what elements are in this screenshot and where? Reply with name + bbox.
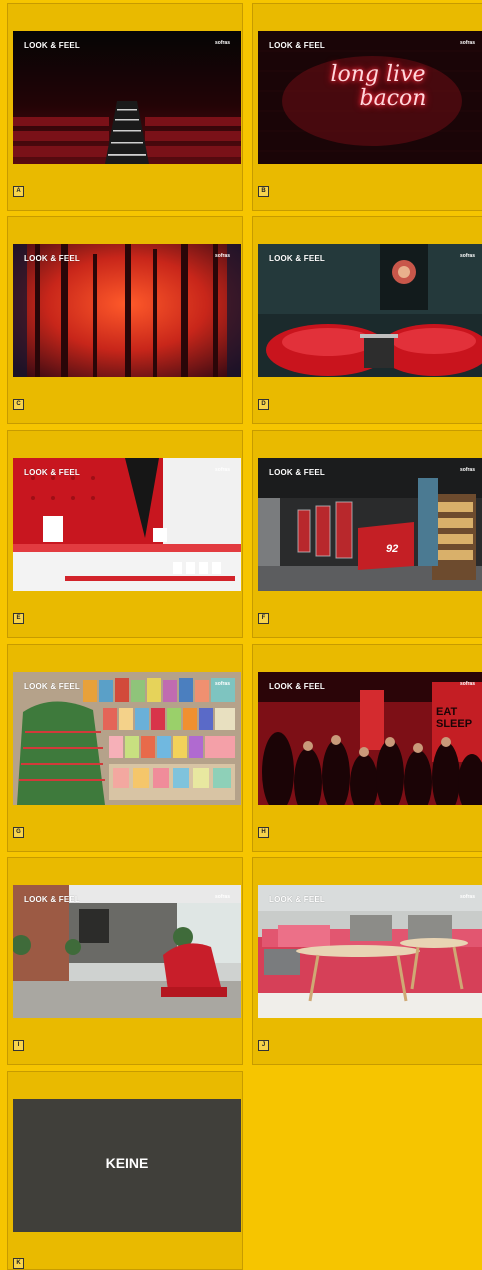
option-label-f: F (258, 613, 269, 624)
party-image (258, 672, 482, 805)
thumbnail-neon[interactable]: long live bacon LOOK & FEEL sofras (258, 31, 482, 164)
option-card-b[interactable]: long live bacon LOOK & FEEL sofras B (252, 3, 482, 211)
look-feel-title: LOOK & FEEL (269, 895, 325, 904)
brand-logo: sofras (214, 253, 230, 259)
thumbnail-none[interactable]: KEINE (13, 1099, 241, 1232)
thumbnail-bookstand[interactable]: LOOK & FEEL sofras (13, 672, 241, 805)
brand-logo: sofras (214, 40, 230, 46)
industrial-image (258, 458, 482, 591)
option-label-i: I (13, 1040, 24, 1051)
option-label-e: E (13, 613, 24, 624)
look-feel-title: LOOK & FEEL (24, 254, 80, 263)
look-feel-title: LOOK & FEEL (269, 41, 325, 50)
option-label-j: J (258, 1040, 269, 1051)
option-label-d: D (258, 399, 269, 410)
sofa-image (258, 885, 482, 1018)
neon-sign-text: long live bacon (330, 62, 427, 111)
thumbnail-party[interactable]: EAT SLEEP LOOK & FEEL sofras (258, 672, 482, 805)
brand-logo: sofras (459, 40, 475, 46)
option-card-e[interactable]: LOOK & FEEL sofras E (7, 430, 243, 638)
option-card-j[interactable]: LOOK & FEEL sofras J (252, 857, 482, 1065)
thumbnail-lounge[interactable]: LOOK & FEEL sofras (258, 244, 482, 377)
look-feel-title: LOOK & FEEL (269, 468, 325, 477)
option-label-a: A (13, 186, 24, 197)
option-card-i[interactable]: LOOK & FEEL sofras I (7, 857, 243, 1065)
option-card-g[interactable]: LOOK & FEEL sofras G (7, 644, 243, 852)
option-card-h[interactable]: EAT SLEEP LOOK & FEEL sofras H (252, 644, 482, 852)
brand-logo: sofras (459, 681, 475, 687)
look-feel-title: LOOK & FEEL (269, 254, 325, 263)
cinema-image (13, 31, 241, 164)
look-feel-title: LOOK & FEEL (269, 682, 325, 691)
room-number: 92 (386, 543, 399, 555)
kitchen-image (13, 458, 241, 591)
thumbnail-sofa[interactable]: LOOK & FEEL sofras (258, 885, 482, 1018)
forest-image (13, 244, 241, 377)
thumbnail-kitchen[interactable]: LOOK & FEEL sofras (13, 458, 241, 591)
look-feel-title: LOOK & FEEL (24, 468, 80, 477)
option-label-k: K (13, 1258, 24, 1269)
lounge-image (258, 244, 482, 377)
look-feel-title: LOOK & FEEL (24, 41, 80, 50)
look-feel-title: LOOK & FEEL (24, 682, 80, 691)
brand-logo: sofras (459, 894, 475, 900)
thumbnail-industrial[interactable]: 92 LOOK & FEEL sofras (258, 458, 482, 591)
option-label-c: C (13, 399, 24, 410)
option-label-h: H (258, 827, 269, 838)
option-label-g: G (13, 827, 24, 838)
look-feel-title: LOOK & FEEL (24, 895, 80, 904)
thumbnail-forest[interactable]: LOOK & FEEL sofras (13, 244, 241, 377)
brand-logo: sofras (214, 467, 230, 473)
bookstand-image (13, 672, 241, 805)
brand-logo: sofras (214, 681, 230, 687)
wall-sign-text: EAT SLEEP (436, 706, 473, 730)
thumbnail-loft[interactable]: LOOK & FEEL sofras (13, 885, 241, 1018)
brand-logo: sofras (459, 253, 475, 259)
brand-logo: sofras (459, 467, 475, 473)
option-label-b: B (258, 186, 269, 197)
option-card-d[interactable]: LOOK & FEEL sofras D (252, 216, 482, 424)
none-option-text: KEINE (105, 1155, 149, 1171)
option-card-k[interactable]: KEINE K (7, 1071, 243, 1270)
option-card-a[interactable]: LOOK & FEEL sofras A (7, 3, 243, 211)
option-card-f[interactable]: 92 LOOK & FEEL sofras F (252, 430, 482, 638)
option-card-c[interactable]: LOOK & FEEL sofras C (7, 216, 243, 424)
brand-logo: sofras (214, 894, 230, 900)
thumbnail-cinema[interactable]: LOOK & FEEL sofras (13, 31, 241, 164)
loft-image (13, 885, 241, 1018)
